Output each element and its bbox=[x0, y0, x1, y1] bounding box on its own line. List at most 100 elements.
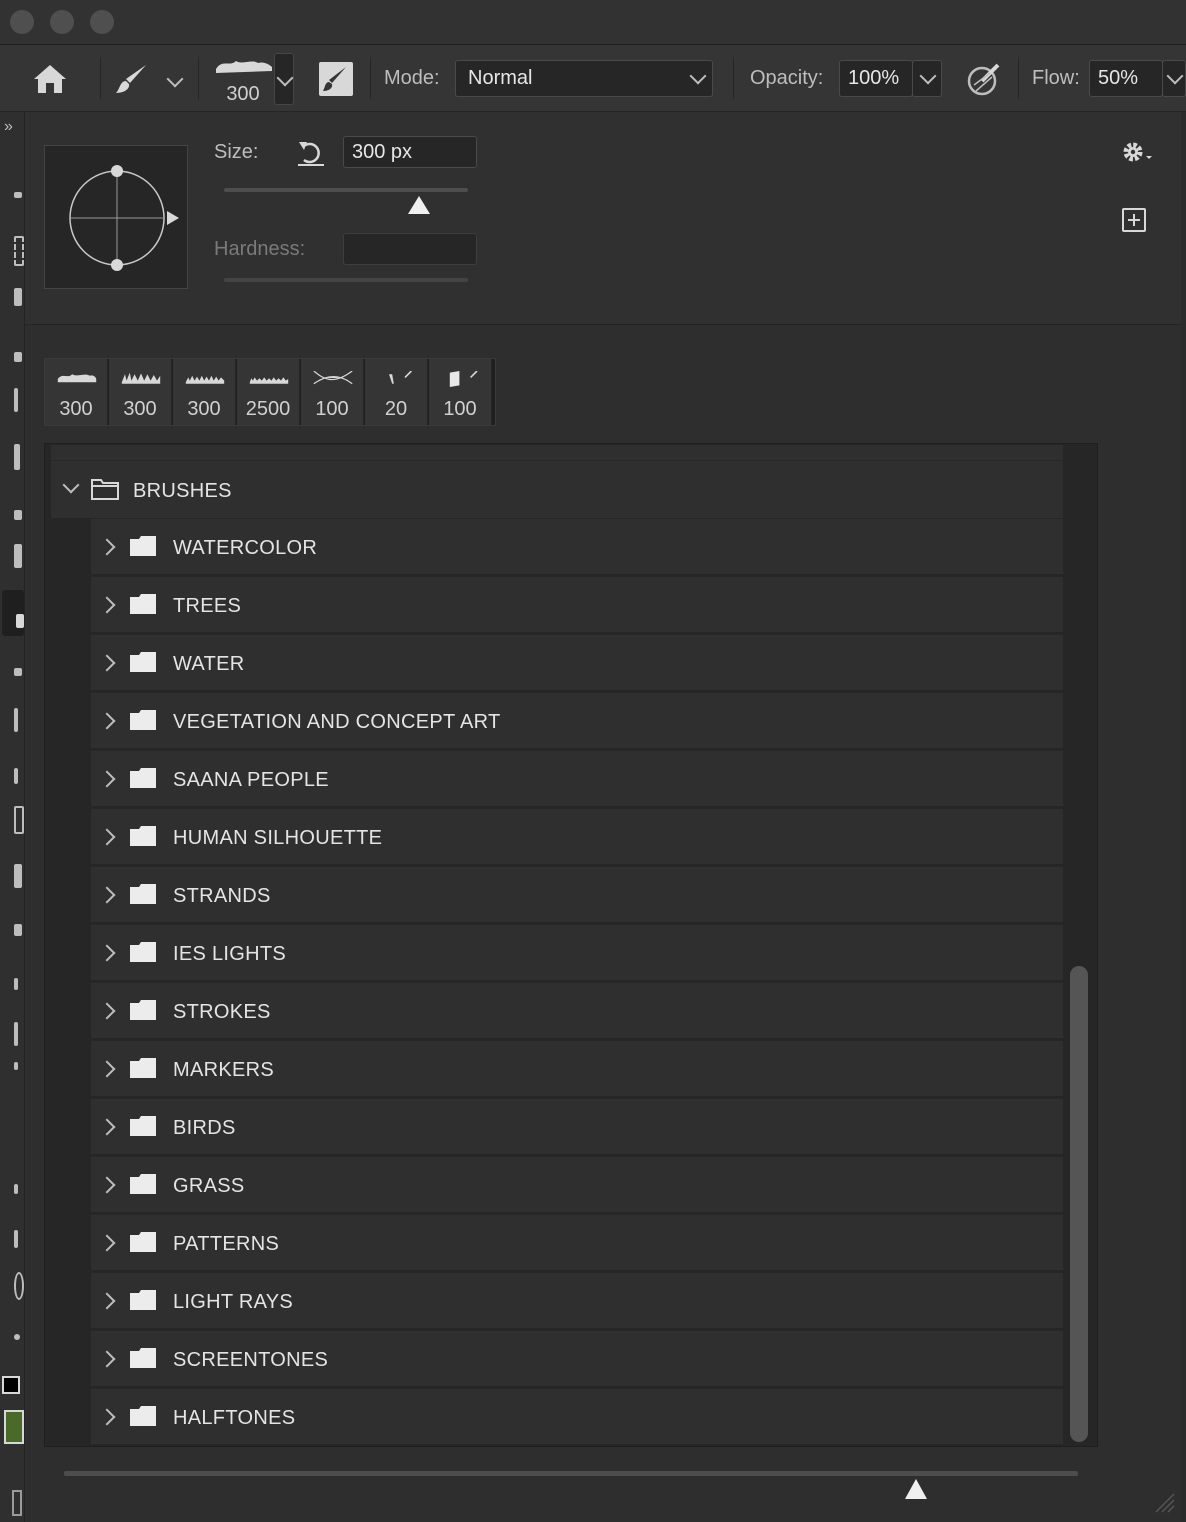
more-tools-icon[interactable] bbox=[14, 1334, 20, 1340]
list-scrollbar[interactable] bbox=[1070, 966, 1088, 1442]
brush-group-item[interactable]: GRASS bbox=[91, 1156, 1063, 1212]
brush-tool-button[interactable] bbox=[112, 59, 152, 99]
brush-group-item[interactable]: STRANDS bbox=[91, 866, 1063, 922]
chevron-right-icon[interactable] bbox=[98, 1408, 116, 1426]
blend-mode-select[interactable]: Normal bbox=[455, 60, 713, 97]
brush-group-name: GRASS bbox=[173, 1175, 245, 1197]
size-input[interactable]: 300 px bbox=[343, 136, 477, 168]
chevron-down-icon[interactable] bbox=[62, 476, 80, 494]
stamp-tool-icon[interactable] bbox=[14, 544, 22, 568]
tools-panel: » bbox=[0, 112, 25, 1522]
reset-size-button[interactable] bbox=[296, 138, 326, 168]
brush-group-item[interactable]: WATER bbox=[91, 634, 1063, 690]
brush-group-item[interactable]: BIRDS bbox=[91, 1098, 1063, 1154]
tool-preset-chevron-down-icon[interactable] bbox=[166, 70, 184, 88]
size-slider-track[interactable] bbox=[224, 188, 468, 192]
home-button[interactable] bbox=[30, 61, 70, 97]
chevron-right-icon[interactable] bbox=[98, 1234, 116, 1252]
brush-tip-preview[interactable] bbox=[44, 145, 188, 289]
chevron-right-icon[interactable] bbox=[98, 712, 116, 730]
lasso-tool-icon[interactable] bbox=[14, 288, 22, 306]
settings-menu-button[interactable] bbox=[1120, 138, 1156, 168]
chevron-right-icon[interactable] bbox=[98, 1350, 116, 1368]
frame-tool-icon[interactable] bbox=[14, 444, 20, 470]
history-brush-tool-icon[interactable] bbox=[14, 668, 22, 676]
chevron-right-icon[interactable] bbox=[98, 828, 116, 846]
brush-group-item[interactable]: STROKES bbox=[91, 982, 1063, 1038]
brush-settings-header bbox=[25, 112, 1181, 325]
resize-grip[interactable] bbox=[1152, 1490, 1176, 1514]
zoom-window-button[interactable] bbox=[90, 10, 114, 34]
eyedropper-tool-icon[interactable] bbox=[14, 388, 18, 412]
brush-preset-1[interactable]: 300 bbox=[109, 359, 172, 425]
flow-input[interactable]: 50% bbox=[1089, 60, 1163, 97]
brush-group-item[interactable]: HALFTONES bbox=[91, 1388, 1063, 1444]
brush-preset-4[interactable]: 100 bbox=[301, 359, 364, 425]
blur-tool-icon[interactable] bbox=[14, 806, 24, 834]
crop-tool-icon[interactable] bbox=[14, 352, 22, 362]
brush-group-item[interactable]: TREES bbox=[91, 576, 1063, 632]
type-tool-icon[interactable] bbox=[14, 978, 18, 990]
brush-preset-5[interactable]: 20 bbox=[365, 359, 428, 425]
brush-group-item[interactable]: MARKERS bbox=[91, 1040, 1063, 1096]
chevron-right-icon[interactable] bbox=[98, 1118, 116, 1136]
chevron-right-icon[interactable] bbox=[98, 1292, 116, 1310]
window-titlebar bbox=[0, 0, 1186, 45]
chevron-right-icon[interactable] bbox=[98, 654, 116, 672]
folder-icon bbox=[130, 1290, 156, 1310]
background-color-swatch[interactable] bbox=[4, 1410, 24, 1444]
brush-group-item[interactable]: SAANA PEOPLE bbox=[91, 750, 1063, 806]
chevron-right-icon[interactable] bbox=[98, 770, 116, 788]
pressure-opacity-toggle[interactable] bbox=[964, 61, 1002, 97]
brush-picker-dropdown-button[interactable] bbox=[274, 53, 294, 105]
brush-group-item[interactable]: WATERCOLOR bbox=[91, 518, 1063, 574]
brush-preset-6[interactable]: 100 bbox=[429, 359, 492, 425]
reset-icon bbox=[298, 142, 324, 166]
preview-size-slider-track[interactable] bbox=[64, 1471, 1078, 1476]
path-selection-tool-icon[interactable] bbox=[14, 1022, 18, 1046]
chevron-right-icon[interactable] bbox=[98, 538, 116, 556]
minimize-window-button[interactable] bbox=[50, 10, 74, 34]
chevron-right-icon[interactable] bbox=[98, 596, 116, 614]
dodge-tool-icon[interactable] bbox=[14, 864, 22, 888]
move-tool-icon[interactable] bbox=[14, 192, 22, 198]
chevron-right-icon[interactable] bbox=[98, 886, 116, 904]
chevron-right-icon[interactable] bbox=[98, 1060, 116, 1078]
hand-tool-icon[interactable] bbox=[14, 1184, 18, 1194]
brush-group-item[interactable]: PATTERNS bbox=[91, 1214, 1063, 1270]
shape-tool-icon[interactable] bbox=[14, 1062, 18, 1070]
brush-group-item[interactable]: SCREENTONES bbox=[91, 1330, 1063, 1386]
chevron-right-icon[interactable] bbox=[98, 1002, 116, 1020]
healing-tool-icon[interactable] bbox=[14, 510, 22, 520]
brush-group-root[interactable]: BRUSHES bbox=[51, 460, 1063, 518]
folder-icon bbox=[130, 1348, 156, 1368]
brush-preset-0[interactable]: 300 bbox=[45, 359, 108, 425]
opacity-slider-toggle[interactable] bbox=[912, 60, 942, 97]
close-window-button[interactable] bbox=[10, 10, 34, 34]
expand-panels-icon[interactable]: » bbox=[4, 118, 13, 136]
brush-group-name: HUMAN SILHOUETTE bbox=[173, 827, 383, 849]
brush-settings-toggle[interactable] bbox=[318, 61, 354, 97]
brush-preset-3[interactable]: 2500 bbox=[237, 359, 300, 425]
pen-tool-icon[interactable] bbox=[14, 924, 22, 936]
tool-options-bar: 300 Mode: Normal Opacity: 100% Flow: 50% bbox=[0, 45, 1186, 112]
brush-group-item[interactable]: HUMAN SILHOUETTE bbox=[91, 808, 1063, 864]
brush-tool-active[interactable] bbox=[2, 590, 24, 636]
chevron-right-icon[interactable] bbox=[98, 944, 116, 962]
zoom-tool-icon[interactable] bbox=[14, 1272, 24, 1300]
foreground-color-swatch[interactable] bbox=[2, 1376, 20, 1394]
brush-group-item[interactable]: LIGHT RAYS bbox=[91, 1272, 1063, 1328]
brush-group-item[interactable]: VEGETATION AND CONCEPT ART bbox=[91, 692, 1063, 748]
brush-group-item[interactable]: IES LIGHTS bbox=[91, 924, 1063, 980]
gradient-tool-icon[interactable] bbox=[14, 768, 18, 784]
opacity-input[interactable]: 100% bbox=[839, 60, 913, 97]
flow-slider-toggle[interactable] bbox=[1162, 60, 1186, 97]
quick-mask-icon[interactable] bbox=[12, 1490, 22, 1516]
rotate-view-tool-icon[interactable] bbox=[14, 1230, 18, 1248]
eraser-tool-icon[interactable] bbox=[14, 708, 18, 732]
brush-preset-2[interactable]: 300 bbox=[173, 359, 236, 425]
marquee-tool-icon[interactable] bbox=[14, 236, 24, 266]
new-preset-button[interactable] bbox=[1122, 208, 1146, 232]
chevron-right-icon[interactable] bbox=[98, 1176, 116, 1194]
brush-preset-picker[interactable]: 300 bbox=[212, 53, 274, 109]
